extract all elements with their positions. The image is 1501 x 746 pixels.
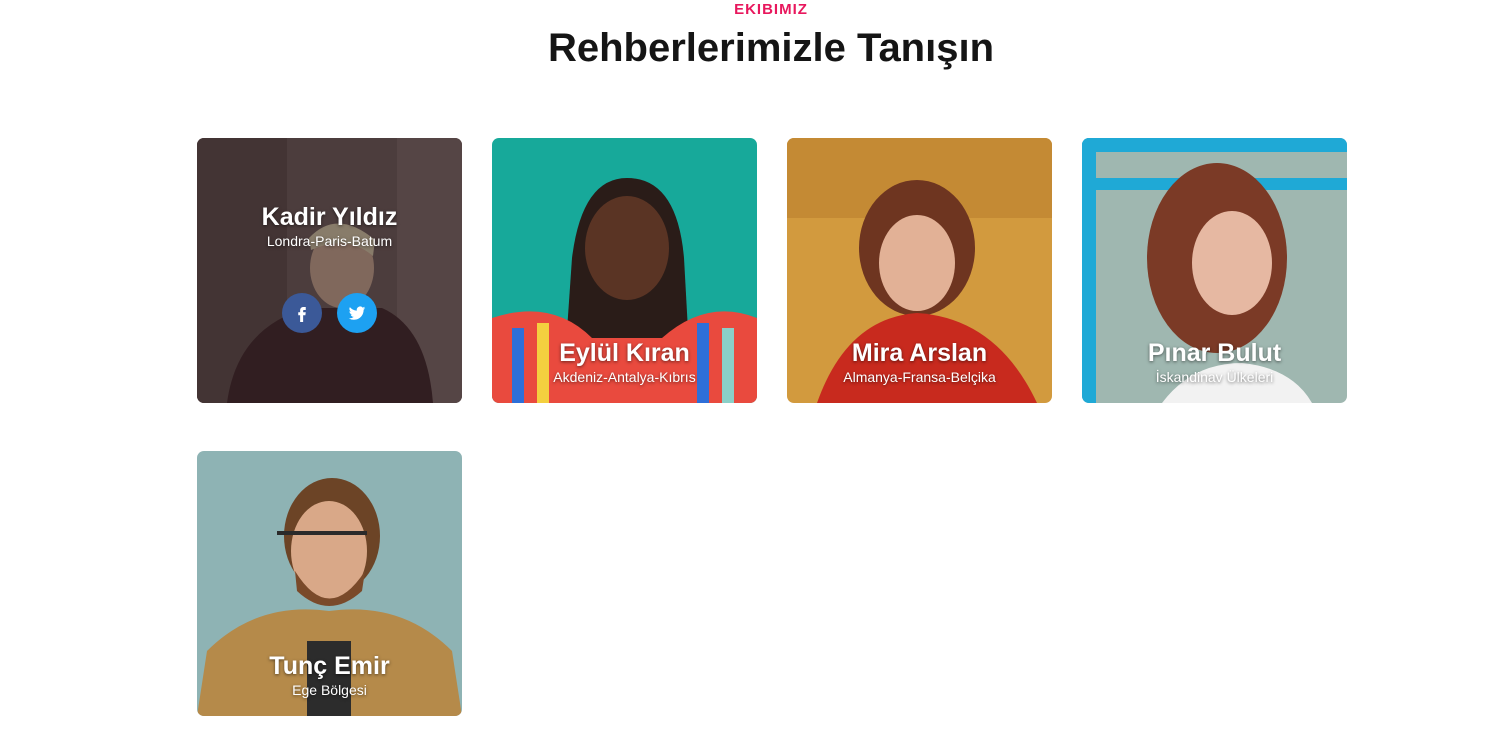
guide-route: Ege Bölgesi (292, 682, 367, 698)
guide-name: Kadir Yıldız (261, 203, 398, 231)
guide-route: İskandinav Ülkeleri (1155, 369, 1274, 385)
guide-card-eylul[interactable]: Eylül Kıran Akdeniz-Antalya-Kıbrıs (492, 138, 757, 403)
section-eyebrow: EKIBIMIZ (734, 1, 808, 18)
social-links (197, 293, 462, 333)
guide-name: Eylül Kıran (559, 339, 690, 367)
guide-info: Mira Arslan Almanya-Fransa-Belçika (787, 338, 1052, 386)
guide-info: Pınar Bulut İskandinav Ülkeleri (1082, 338, 1347, 386)
guide-name: Pınar Bulut (1147, 339, 1282, 367)
guide-name: Tunç Emir (269, 652, 390, 680)
guide-route: Akdeniz-Antalya-Kıbrıs (553, 369, 696, 385)
guide-info: Tunç Emir Ege Bölgesi (197, 651, 462, 699)
guide-info: Kadir Yıldız Londra-Paris-Batum (197, 202, 462, 250)
facebook-button[interactable] (282, 293, 322, 333)
twitter-icon (348, 306, 366, 320)
guide-route: Almanya-Fransa-Belçika (843, 369, 996, 385)
guide-card-tunc[interactable]: Tunç Emir Ege Bölgesi (197, 451, 462, 716)
facebook-icon (298, 307, 306, 322)
hover-overlay (197, 138, 462, 403)
guide-card-kadir[interactable]: Kadir Yıldız Londra-Paris-Batum (197, 138, 462, 403)
guide-card-pinar[interactable]: Pınar Bulut İskandinav Ülkeleri (1082, 138, 1347, 403)
guide-info: Eylül Kıran Akdeniz-Antalya-Kıbrıs (492, 338, 757, 386)
guide-card-mira[interactable]: Mira Arslan Almanya-Fransa-Belçika (787, 138, 1052, 403)
guide-name: Mira Arslan (851, 339, 988, 367)
twitter-button[interactable] (337, 293, 377, 333)
section-title: Rehberlerimizle Tanışın (547, 26, 995, 70)
guide-route: Londra-Paris-Batum (266, 233, 393, 249)
